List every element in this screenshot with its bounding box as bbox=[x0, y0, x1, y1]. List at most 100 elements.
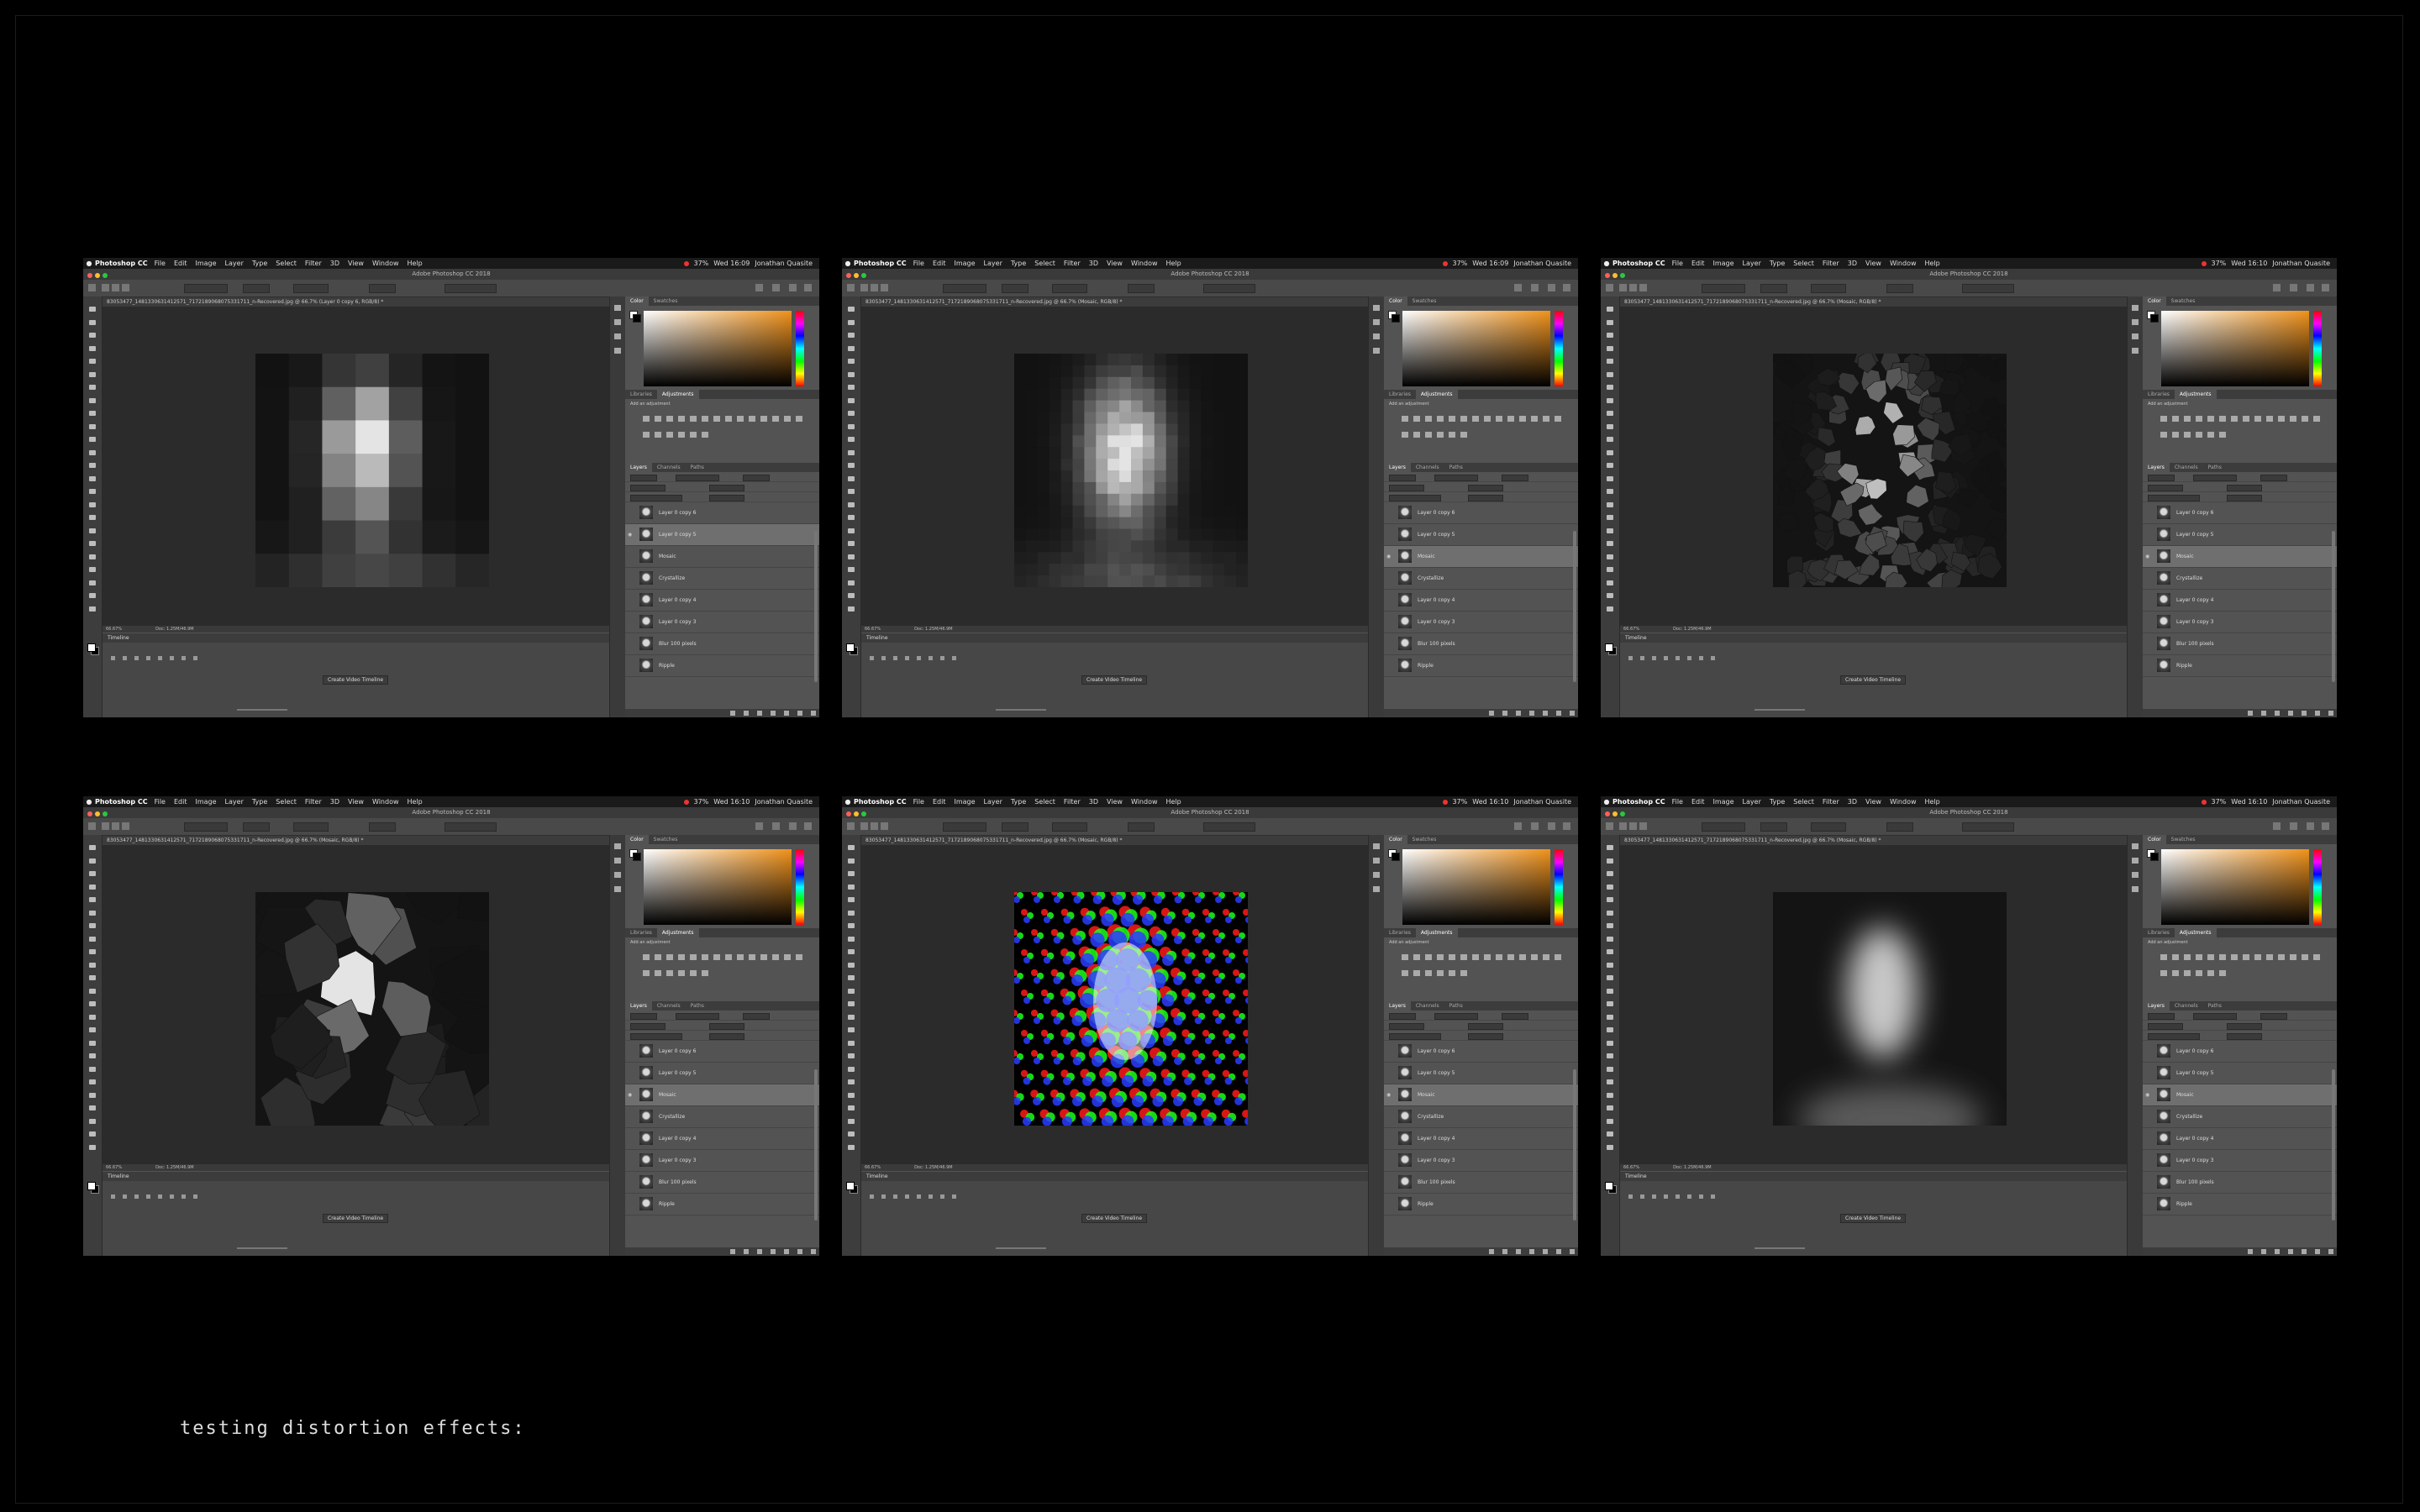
adjustment-icon[interactable] bbox=[690, 970, 697, 976]
workspace-icon[interactable] bbox=[1531, 284, 1539, 291]
tab-paths[interactable]: Paths bbox=[2203, 1001, 2227, 1011]
tool-icon[interactable] bbox=[848, 884, 855, 890]
option-icon[interactable] bbox=[881, 822, 888, 830]
playback-icon[interactable] bbox=[917, 1194, 921, 1199]
create-video-timeline-button[interactable]: Create Video Timeline bbox=[1081, 675, 1148, 685]
playback-icon[interactable] bbox=[1687, 1194, 1691, 1199]
tab-layers[interactable]: Layers bbox=[1384, 463, 1411, 472]
hue-slider[interactable] bbox=[2313, 311, 2322, 386]
background-swatch[interactable] bbox=[633, 853, 641, 861]
layer-control[interactable] bbox=[630, 475, 657, 481]
tool-icon[interactable] bbox=[89, 333, 96, 338]
layer-action-icon[interactable] bbox=[784, 1249, 789, 1254]
tool-icon[interactable] bbox=[848, 345, 855, 351]
tab-adjustments[interactable]: Adjustments bbox=[1415, 928, 1458, 937]
workspace-icon[interactable] bbox=[1531, 822, 1539, 830]
apple-icon[interactable]: ● bbox=[842, 258, 854, 269]
tool-icon[interactable] bbox=[1607, 515, 1613, 520]
timeline-zoom-slider[interactable] bbox=[237, 1247, 287, 1249]
layer-control[interactable] bbox=[1502, 475, 1528, 481]
adjustment-icon[interactable] bbox=[2196, 954, 2202, 960]
adjustment-icon[interactable] bbox=[1507, 954, 1514, 960]
tool-icon[interactable] bbox=[89, 411, 96, 416]
layer-row[interactable]: Layer 0 copy 6 bbox=[2143, 1041, 2337, 1063]
dock-icon[interactable] bbox=[1373, 319, 1380, 325]
adjustment-icon[interactable] bbox=[2290, 416, 2296, 422]
layers-scrollbar[interactable] bbox=[2332, 531, 2335, 682]
workspace-icon[interactable] bbox=[2290, 822, 2297, 830]
playback-icon[interactable] bbox=[929, 1194, 933, 1199]
option-field[interactable] bbox=[243, 822, 270, 832]
tool-icon[interactable] bbox=[848, 923, 855, 928]
adjustment-icon[interactable] bbox=[2184, 416, 2191, 422]
layer-control[interactable] bbox=[2227, 495, 2262, 501]
menu-view[interactable]: View bbox=[348, 260, 364, 267]
adjustment-icon[interactable] bbox=[1472, 954, 1479, 960]
minimize-icon[interactable] bbox=[1612, 273, 1618, 278]
menu-filter[interactable]: Filter bbox=[1064, 260, 1081, 267]
tool-icon[interactable] bbox=[1607, 936, 1613, 942]
layer-control[interactable] bbox=[1468, 1033, 1503, 1040]
adjustment-icon[interactable] bbox=[690, 416, 697, 422]
layer-action-icon[interactable] bbox=[2315, 711, 2320, 716]
tool-icon[interactable] bbox=[1607, 923, 1613, 928]
tool-icon[interactable] bbox=[89, 319, 96, 325]
layer-control[interactable] bbox=[1468, 495, 1503, 501]
option-field[interactable] bbox=[943, 284, 986, 293]
dock-icon[interactable] bbox=[2132, 333, 2139, 339]
adjustment-icon[interactable] bbox=[2160, 954, 2167, 960]
tool-icon[interactable] bbox=[848, 489, 855, 494]
tool-icon[interactable] bbox=[848, 307, 855, 312]
close-icon[interactable] bbox=[87, 273, 92, 278]
menu-file[interactable]: File bbox=[1672, 260, 1683, 267]
tool-icon[interactable] bbox=[1607, 307, 1613, 312]
layer-control[interactable] bbox=[2148, 495, 2200, 501]
menu-edit[interactable]: Edit bbox=[174, 798, 187, 806]
tool-icon[interactable] bbox=[848, 845, 855, 850]
adjustment-icon[interactable] bbox=[1402, 432, 1408, 438]
menu-3d[interactable]: 3D bbox=[1089, 798, 1098, 806]
tool-icon[interactable] bbox=[848, 988, 855, 994]
tool-icon[interactable] bbox=[89, 463, 96, 468]
timeline-zoom-slider[interactable] bbox=[996, 709, 1046, 711]
tool-icon[interactable] bbox=[89, 910, 96, 916]
adjustment-icon[interactable] bbox=[1484, 416, 1491, 422]
layer-action-icon[interactable] bbox=[797, 711, 802, 716]
menu-help[interactable]: Help bbox=[1925, 798, 1940, 806]
adjustment-icon[interactable] bbox=[2266, 954, 2273, 960]
option-icon[interactable] bbox=[847, 284, 855, 291]
background-swatch[interactable] bbox=[2150, 853, 2159, 861]
menu-window[interactable]: Window bbox=[372, 260, 399, 267]
tool-icon[interactable] bbox=[89, 307, 96, 312]
playback-icon[interactable] bbox=[905, 656, 909, 660]
layer-action-icon[interactable] bbox=[2275, 711, 2280, 716]
playback-icon[interactable] bbox=[1676, 656, 1680, 660]
adjustment-icon[interactable] bbox=[2207, 432, 2214, 438]
foreground-color-swatch[interactable] bbox=[846, 643, 855, 652]
layer-control[interactable] bbox=[2148, 1023, 2183, 1030]
option-field[interactable] bbox=[184, 284, 228, 293]
tool-icon[interactable] bbox=[1607, 567, 1613, 572]
layer-action-icon[interactable] bbox=[797, 1249, 802, 1254]
option-icon[interactable] bbox=[1629, 822, 1637, 830]
layer-action-icon[interactable] bbox=[744, 711, 749, 716]
tool-icon[interactable] bbox=[848, 1118, 855, 1124]
menu-view[interactable]: View bbox=[1107, 798, 1123, 806]
menu-type[interactable]: Type bbox=[1770, 798, 1785, 806]
menu-window[interactable]: Window bbox=[1131, 798, 1158, 806]
tool-icon[interactable] bbox=[89, 1131, 96, 1137]
layers-scrollbar[interactable] bbox=[1573, 1069, 1576, 1221]
layer-row[interactable]: Crystallize bbox=[625, 568, 819, 590]
menu-select[interactable]: Select bbox=[1793, 260, 1814, 267]
tool-icon[interactable] bbox=[89, 975, 96, 980]
adjustment-icon[interactable] bbox=[2184, 954, 2191, 960]
tool-icon[interactable] bbox=[1607, 1014, 1613, 1020]
zoom-level[interactable]: 66.67% bbox=[106, 1165, 122, 1170]
playback-icon[interactable] bbox=[940, 656, 944, 660]
dock-icon[interactable] bbox=[2132, 843, 2139, 849]
tool-icon[interactable] bbox=[1607, 1066, 1613, 1072]
layer-row[interactable]: Ripple bbox=[625, 655, 819, 677]
adjustment-icon[interactable] bbox=[784, 416, 791, 422]
option-icon[interactable] bbox=[1639, 284, 1647, 291]
adjustment-icon[interactable] bbox=[678, 432, 685, 438]
